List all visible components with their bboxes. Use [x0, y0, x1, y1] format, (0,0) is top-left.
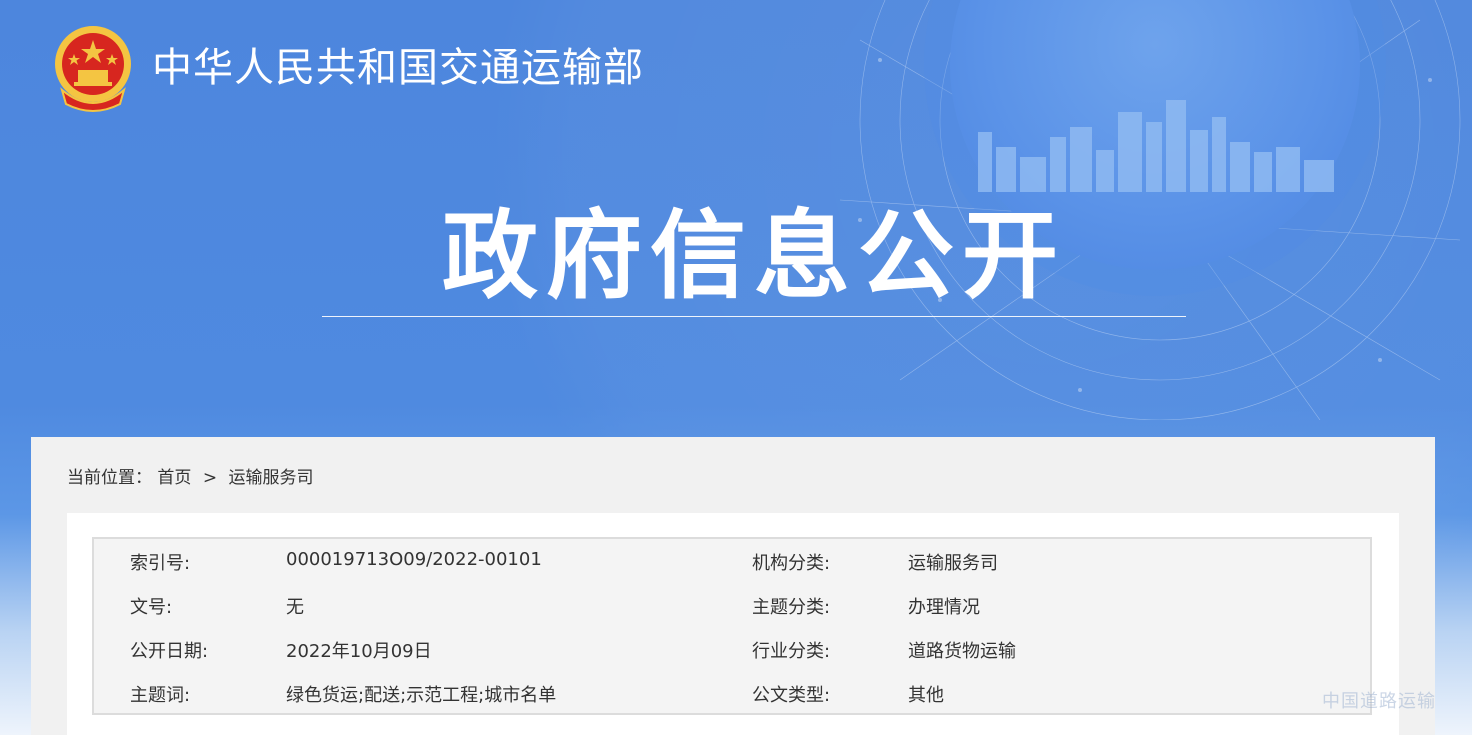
- breadcrumb-home-link[interactable]: 首页: [157, 468, 191, 488]
- document-number-label: 文号:: [130, 597, 173, 618]
- keywords-value: 绿色货运;配送;示范工程;城市名单: [286, 685, 557, 706]
- city-skyline-illustration: [978, 100, 1334, 192]
- metadata-row: 公开日期: 2022年10月09日 行业分类: 道路货物运输: [94, 627, 1370, 671]
- document-metadata-table: 索引号: 000019713O09/2022-00101 机构分类: 运输服务司…: [92, 537, 1372, 715]
- national-emblem-icon: [55, 26, 131, 112]
- topic-category-value: 办理情况: [908, 597, 980, 618]
- index-number-value: 000019713O09/2022-00101: [286, 549, 542, 570]
- page-title: 政府信息公开: [442, 200, 1066, 312]
- title-divider: [322, 316, 1186, 317]
- document-panel: 索引号: 000019713O09/2022-00101 机构分类: 运输服务司…: [67, 513, 1399, 735]
- metadata-row: 文号: 无 主题分类: 办理情况: [94, 583, 1370, 627]
- document-number-value: 无: [286, 597, 304, 618]
- breadcrumb-label: 当前位置：: [67, 468, 152, 488]
- document-type-label: 公文类型:: [752, 685, 831, 706]
- topic-category-label: 主题分类:: [752, 597, 831, 618]
- metadata-row: 主题词: 绿色货运;配送;示范工程;城市名单 公文类型: 其他: [94, 671, 1370, 715]
- breadcrumb-separator: >: [202, 468, 218, 488]
- publish-date-label: 公开日期:: [130, 641, 209, 662]
- organization-category-label: 机构分类:: [752, 553, 831, 574]
- industry-category-value: 道路货物运输: [908, 641, 1016, 662]
- keywords-label: 主题词:: [130, 685, 191, 706]
- breadcrumb: 当前位置： 首页 > 运输服务司: [67, 463, 313, 488]
- document-type-value: 其他: [908, 685, 944, 706]
- index-number-label: 索引号:: [130, 553, 191, 574]
- metadata-row: 索引号: 000019713O09/2022-00101 机构分类: 运输服务司: [94, 539, 1370, 583]
- industry-category-label: 行业分类:: [752, 641, 831, 662]
- watermark: 中国道路运输: [1322, 691, 1436, 712]
- breadcrumb-current-link[interactable]: 运输服务司: [228, 468, 313, 488]
- content-area: 当前位置： 首页 > 运输服务司 索引号: 000019713O09/2022-…: [31, 437, 1435, 735]
- ministry-name: 中华人民共和国交通运输部: [152, 45, 644, 91]
- organization-category-value: 运输服务司: [908, 553, 998, 574]
- publish-date-value: 2022年10月09日: [286, 641, 432, 662]
